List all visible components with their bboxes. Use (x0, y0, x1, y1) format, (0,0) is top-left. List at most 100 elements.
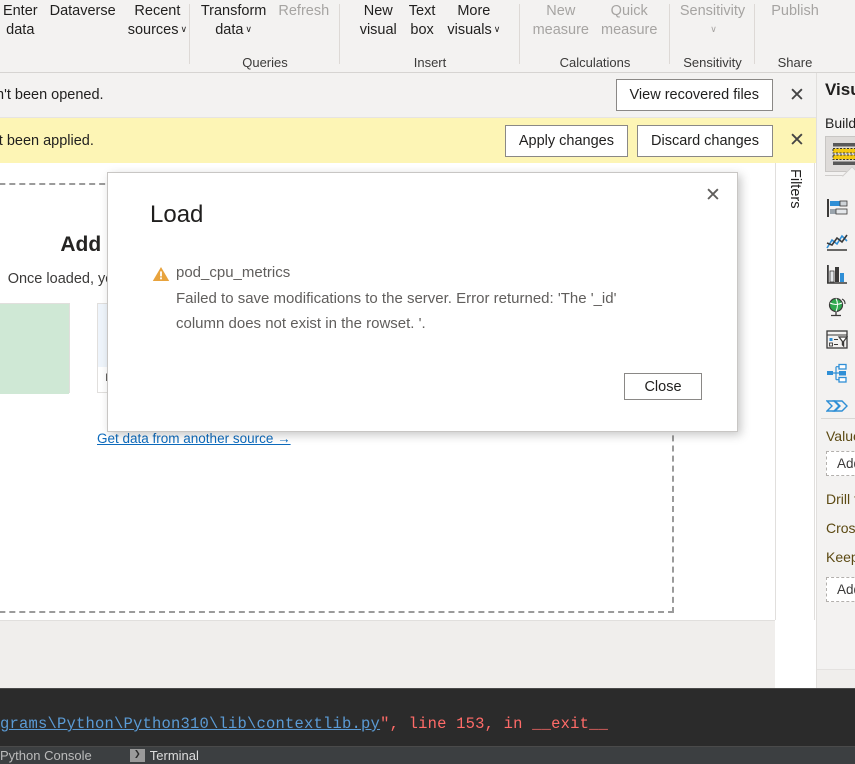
notification-bar-recovered-files: n't been opened. View recovered files ✕ (0, 73, 816, 118)
ribbon-button-dataverse[interactable]: Dataverse (44, 2, 122, 21)
ribbon-button-label-line2: visuals ∨ (447, 22, 501, 38)
ribbon-group-buttons: Sensitivity ∨ (670, 0, 755, 46)
terminal-tab-bar: Python Console ❯ Terminal (0, 746, 855, 764)
ribbon-button-sensitivity: Sensitivity ∨ (674, 2, 751, 41)
ribbon-button-label-line2: measure (601, 22, 658, 38)
ribbon-group-label: Insert (413, 55, 447, 70)
canvas-footer-bar (0, 620, 775, 688)
option-keep-all-filters[interactable]: Keep all filters (826, 549, 855, 565)
chevron-down-icon: ∨ (493, 24, 501, 34)
ribbon-button-label-line1: Publish (771, 3, 819, 19)
visual-type-clustered-column-chart[interactable] (817, 257, 855, 290)
ribbon-button-new-visual[interactable]: New visual (354, 2, 403, 40)
visualizations-pane-title: Visualizations (825, 80, 855, 99)
notification-bar-pending-changes: 't been applied. Apply changes Discard c… (0, 118, 816, 163)
ribbon-group-sensitivity: Sensitivity ∨ Sensitivity (670, 0, 755, 73)
ribbon-button-enter-data[interactable]: Enter data (0, 2, 44, 40)
chevron-down-icon: ∨ (180, 24, 188, 34)
terminal-prompt-icon: ❯ (129, 749, 145, 762)
decomposition-tree-icon (827, 363, 847, 383)
line-and-area-chart-icon (826, 234, 848, 251)
visual-type-decomposition-tree[interactable] (817, 356, 855, 389)
build-visual-label: Build visual (825, 115, 855, 131)
view-recovered-files-button[interactable]: View recovered files (615, 79, 773, 111)
close-notification-icon[interactable]: ✕ (782, 73, 812, 118)
ribbon-toolbar: Enter data Dataverse Recent sources ∨ Transfor… (0, 0, 855, 73)
ribbon-button-label-line2: data (6, 22, 35, 38)
ribbon-group-buttons: Transform data ∨ Refresh (190, 0, 340, 46)
terminal-error-text: ", line 153, in __exit__ (380, 715, 609, 733)
stacked-bar-chart-icon (827, 198, 848, 217)
ribbon-button-label-line2: data ∨ (215, 22, 253, 38)
ribbon-button-label-line1: More (457, 3, 491, 19)
dialog-title: Load (150, 201, 204, 228)
ribbon-button-refresh: Refresh (272, 2, 335, 21)
values-field-label: Values (826, 428, 855, 444)
terminal-file-path-link[interactable]: grams\Python\Python310\lib\contextlib.py (0, 715, 380, 733)
option-cross-report[interactable]: Cross-report (826, 520, 855, 536)
ribbon-group-label: Sensitivity (683, 55, 742, 70)
filters-pane-label: Filters (787, 169, 803, 209)
ribbon-group-label: Calculations (559, 55, 631, 70)
option-drill-through[interactable]: Drill through (826, 491, 855, 507)
ribbon-button-text-box[interactable]: Text box (403, 2, 442, 40)
terminal-top-divider (0, 688, 855, 689)
tab-label: Terminal (149, 748, 199, 763)
ribbon-button-label-line2: ∨ (708, 21, 717, 41)
ribbon-group-label: Queries (242, 55, 288, 70)
dialog-message-line-1: Failed to save modifications to the serv… (176, 290, 617, 307)
ribbon-button-recent-sources[interactable]: Recent sources ∨ (122, 2, 193, 41)
filters-pane-collapsed[interactable]: Filters (775, 163, 815, 620)
visual-type-expander[interactable] (825, 175, 855, 189)
ribbon-button-label-line1: Transform (200, 3, 267, 19)
load-error-dialog: ✕ Load pod_cpu_metrics Failed to save mo… (107, 172, 738, 432)
warning-triangle-icon (152, 267, 170, 281)
get-data-from-another-source-link[interactable]: Get data from another source → (97, 431, 291, 446)
notification-text: 't been applied. (0, 132, 94, 149)
ribbon-button-transform-data[interactable]: Transform data ∨ (195, 2, 273, 41)
apply-changes-button[interactable]: Apply changes (504, 124, 628, 157)
ribbon-button-new-measure: New measure (527, 2, 595, 40)
data-source-card[interactable] (0, 303, 70, 394)
ribbon-group-buttons: Publish (755, 0, 835, 46)
ribbon-button-label-line1: Dataverse (49, 3, 116, 19)
dialog-message-line-2: column does not exist in the rowset. '. (176, 315, 426, 332)
ribbon-button-quick-measure: Quick measure (595, 2, 663, 40)
chevron-down-icon: ∨ (245, 24, 253, 34)
ribbon-group-buttons: New measure Quick measure (520, 0, 670, 46)
ribbon-button-label-line2: visual (359, 22, 397, 38)
table-visual-icon (832, 143, 855, 165)
pane-bottom-band (817, 669, 855, 688)
ribbon-button-label-line1: New (363, 3, 393, 19)
dialog-close-icon[interactable]: ✕ (697, 180, 729, 210)
ribbon-group-insert: New visual Text box More visuals ∨ Insert (340, 0, 520, 73)
ribbon-group-data: Enter data Dataverse Recent sources ∨ (0, 0, 190, 73)
ribbon-button-publish: Publish (765, 2, 825, 21)
ribbon-button-label-line1: Sensitivity (679, 3, 746, 19)
visual-type-slicer[interactable] (817, 323, 855, 356)
dialog-close-button[interactable]: Close (624, 373, 702, 400)
drill-through-dropzone[interactable]: Add drill-through fields here (826, 577, 855, 602)
ribbon-group-queries: Transform data ∨ Refresh Queries (190, 0, 340, 73)
key-influencers-icon (826, 399, 848, 412)
visual-type-map[interactable] (817, 290, 855, 323)
clustered-column-chart-icon (827, 264, 847, 284)
ribbon-group-calculations: New measure Quick measure Calculations (520, 0, 670, 73)
visual-type-line-and-area-chart[interactable] (817, 224, 855, 257)
visual-type-stacked-bar-chart[interactable] (817, 191, 855, 224)
ribbon-group-buttons: Enter data Dataverse Recent sources ∨ (0, 0, 190, 46)
ribbon-button-label-line2: box (410, 22, 434, 38)
tab-terminal[interactable]: ❯ Terminal (129, 748, 199, 763)
ribbon-button-label-line1: New (546, 3, 576, 19)
chevron-down-icon: ∨ (710, 24, 717, 34)
ribbon-button-label-line2: sources ∨ (127, 22, 188, 38)
discard-changes-button[interactable]: Discard changes (637, 124, 773, 157)
ribbon-button-label-line1: Recent (134, 3, 181, 19)
close-notification-icon[interactable]: ✕ (782, 118, 812, 163)
values-dropzone[interactable]: Add data fields here (826, 451, 855, 476)
ribbon-button-more-visuals[interactable]: More visuals ∨ (441, 2, 506, 41)
excel-icon (0, 304, 69, 394)
power-bi-desktop-window: Enter data Dataverse Recent sources ∨ Transfor… (0, 0, 855, 764)
slicer-icon (826, 329, 848, 349)
tab-python-console[interactable]: Python Console (0, 748, 92, 763)
